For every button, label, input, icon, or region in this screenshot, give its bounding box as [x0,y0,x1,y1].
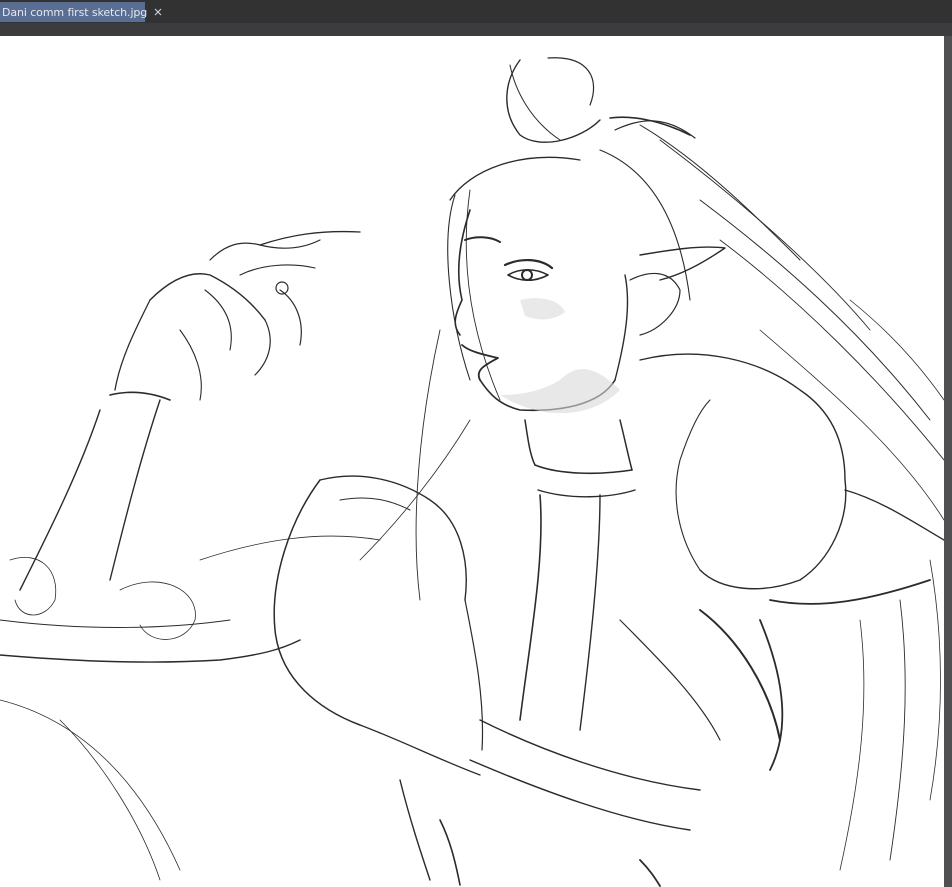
close-icon[interactable] [153,7,163,17]
document-tab-title: Dani comm first sketch.jpg [2,5,148,19]
app-window: Dani comm first sketch.jpg [0,0,952,887]
canvas-header-strip [0,23,952,36]
canvas-area[interactable] [0,36,952,887]
canvas[interactable] [0,36,944,887]
document-tab-bar: Dani comm first sketch.jpg [0,0,952,23]
sketch-artwork [0,57,944,887]
document-tab[interactable]: Dani comm first sketch.jpg [0,2,162,22]
vertical-scrollbar[interactable] [944,36,952,887]
